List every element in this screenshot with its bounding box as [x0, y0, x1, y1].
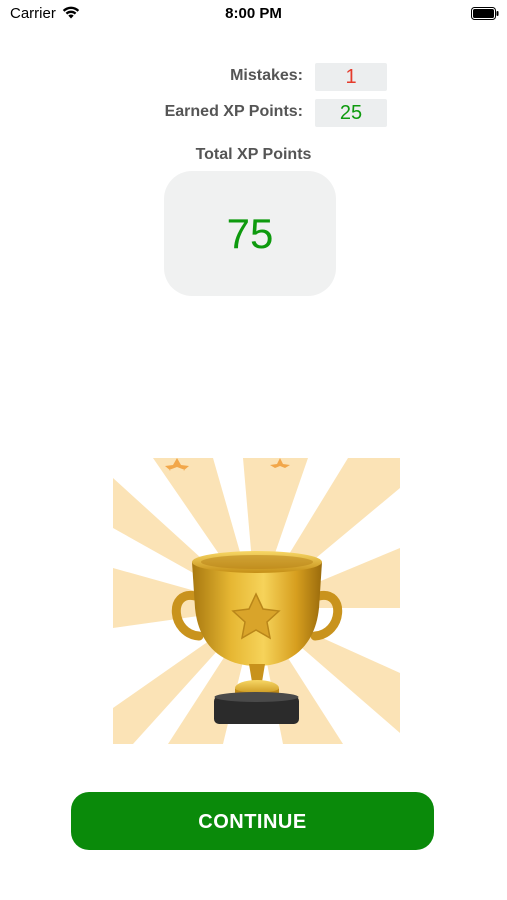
total-xp-value: 75	[164, 171, 336, 296]
earned-xp-row: Earned XP Points: 25	[0, 99, 507, 127]
mistakes-label: Mistakes:	[230, 67, 303, 84]
earned-xp-label: Earned XP Points:	[164, 103, 303, 120]
mistakes-row: Mistakes: 1	[0, 63, 507, 91]
total-xp-label: Total XP Points	[195, 146, 312, 163]
mistakes-value: 1	[315, 63, 387, 91]
trophy-icon	[113, 458, 400, 744]
battery-icon	[471, 7, 499, 20]
earned-xp-value: 25	[315, 99, 387, 127]
results-screen: Carrier 8:00 PM Mistakes: 1 Earned XP Po…	[0, 0, 507, 900]
clock: 8:00 PM	[225, 5, 282, 22]
continue-button[interactable]: CONTINUE	[71, 792, 434, 850]
status-bar: Carrier 8:00 PM	[0, 0, 507, 28]
